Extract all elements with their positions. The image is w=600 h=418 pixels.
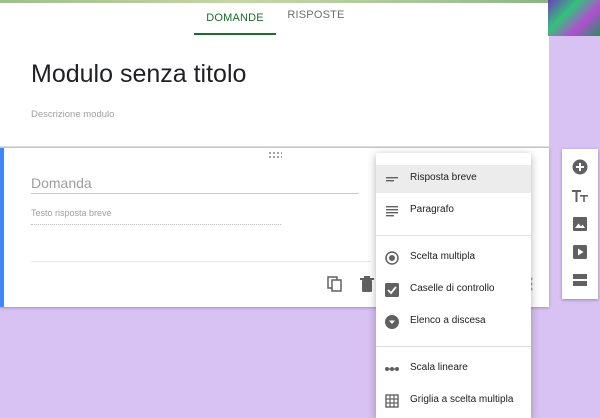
form-description-field[interactable]: Descrizione modulo bbox=[31, 109, 114, 120]
add-video-icon[interactable] bbox=[572, 244, 588, 260]
menu-item-griglia-a-scelta-multipla[interactable]: Griglia a scelta multipla bbox=[376, 387, 531, 415]
menu-item-elenco-a-discesa[interactable]: Elenco a discesa bbox=[376, 308, 531, 336]
tab-risposte[interactable]: RISPOSTE bbox=[280, 9, 352, 31]
menu-item-label: Risposta breve bbox=[410, 172, 477, 183]
menu-item-label: Caselle di controllo bbox=[410, 283, 495, 294]
add-section-icon[interactable] bbox=[572, 272, 588, 288]
menu-item-label: Elenco a discesa bbox=[410, 315, 486, 326]
paragraph-icon bbox=[385, 204, 399, 218]
short-answer-placeholder: Testo risposta breve bbox=[31, 208, 281, 225]
form-title[interactable]: Modulo senza titolo bbox=[31, 60, 246, 89]
menu-item-label: Paragrafo bbox=[410, 204, 454, 215]
menu-item-paragrafo[interactable]: Paragrafo bbox=[376, 197, 531, 225]
active-tab-indicator bbox=[194, 33, 276, 35]
menu-item-scelta-multipla[interactable]: Scelta multipla bbox=[376, 244, 531, 272]
copy-icon[interactable] bbox=[327, 276, 343, 292]
drag-handle-icon[interactable] bbox=[268, 151, 282, 159]
menu-item-risposta-breve[interactable]: Risposta breve bbox=[376, 165, 531, 193]
menu-item-label: Scelta multipla bbox=[410, 251, 476, 262]
add-image-icon[interactable] bbox=[572, 216, 588, 232]
add-question-icon[interactable] bbox=[572, 159, 588, 175]
dropdown-arrow-icon bbox=[385, 315, 399, 329]
menu-divider bbox=[376, 346, 531, 347]
side-toolbar bbox=[562, 149, 598, 299]
radio-button-icon bbox=[385, 251, 399, 265]
header-decoration bbox=[0, 0, 600, 3]
trash-icon[interactable] bbox=[360, 276, 374, 292]
question-type-menu[interactable]: Risposta breve Paragrafo Scelta multipla bbox=[376, 153, 531, 418]
checkbox-icon bbox=[385, 283, 399, 297]
tab-domande[interactable]: DOMANDE bbox=[194, 12, 276, 34]
short-text-icon bbox=[385, 172, 399, 186]
menu-item-caselle-di-controllo[interactable]: Caselle di controllo bbox=[376, 276, 531, 304]
menu-item-label: Griglia a scelta multipla bbox=[410, 394, 514, 405]
question-title-field[interactable]: Domanda bbox=[31, 175, 359, 194]
menu-divider bbox=[376, 235, 531, 236]
card-divider bbox=[31, 261, 371, 262]
theme-image bbox=[548, 0, 600, 36]
add-title-icon[interactable] bbox=[572, 188, 588, 204]
menu-item-label: Scala lineare bbox=[410, 362, 468, 373]
linear-scale-icon bbox=[385, 362, 399, 376]
menu-item-scala-lineare[interactable]: Scala lineare bbox=[376, 355, 531, 383]
form-header-card bbox=[0, 36, 549, 147]
grid-icon bbox=[385, 394, 399, 408]
